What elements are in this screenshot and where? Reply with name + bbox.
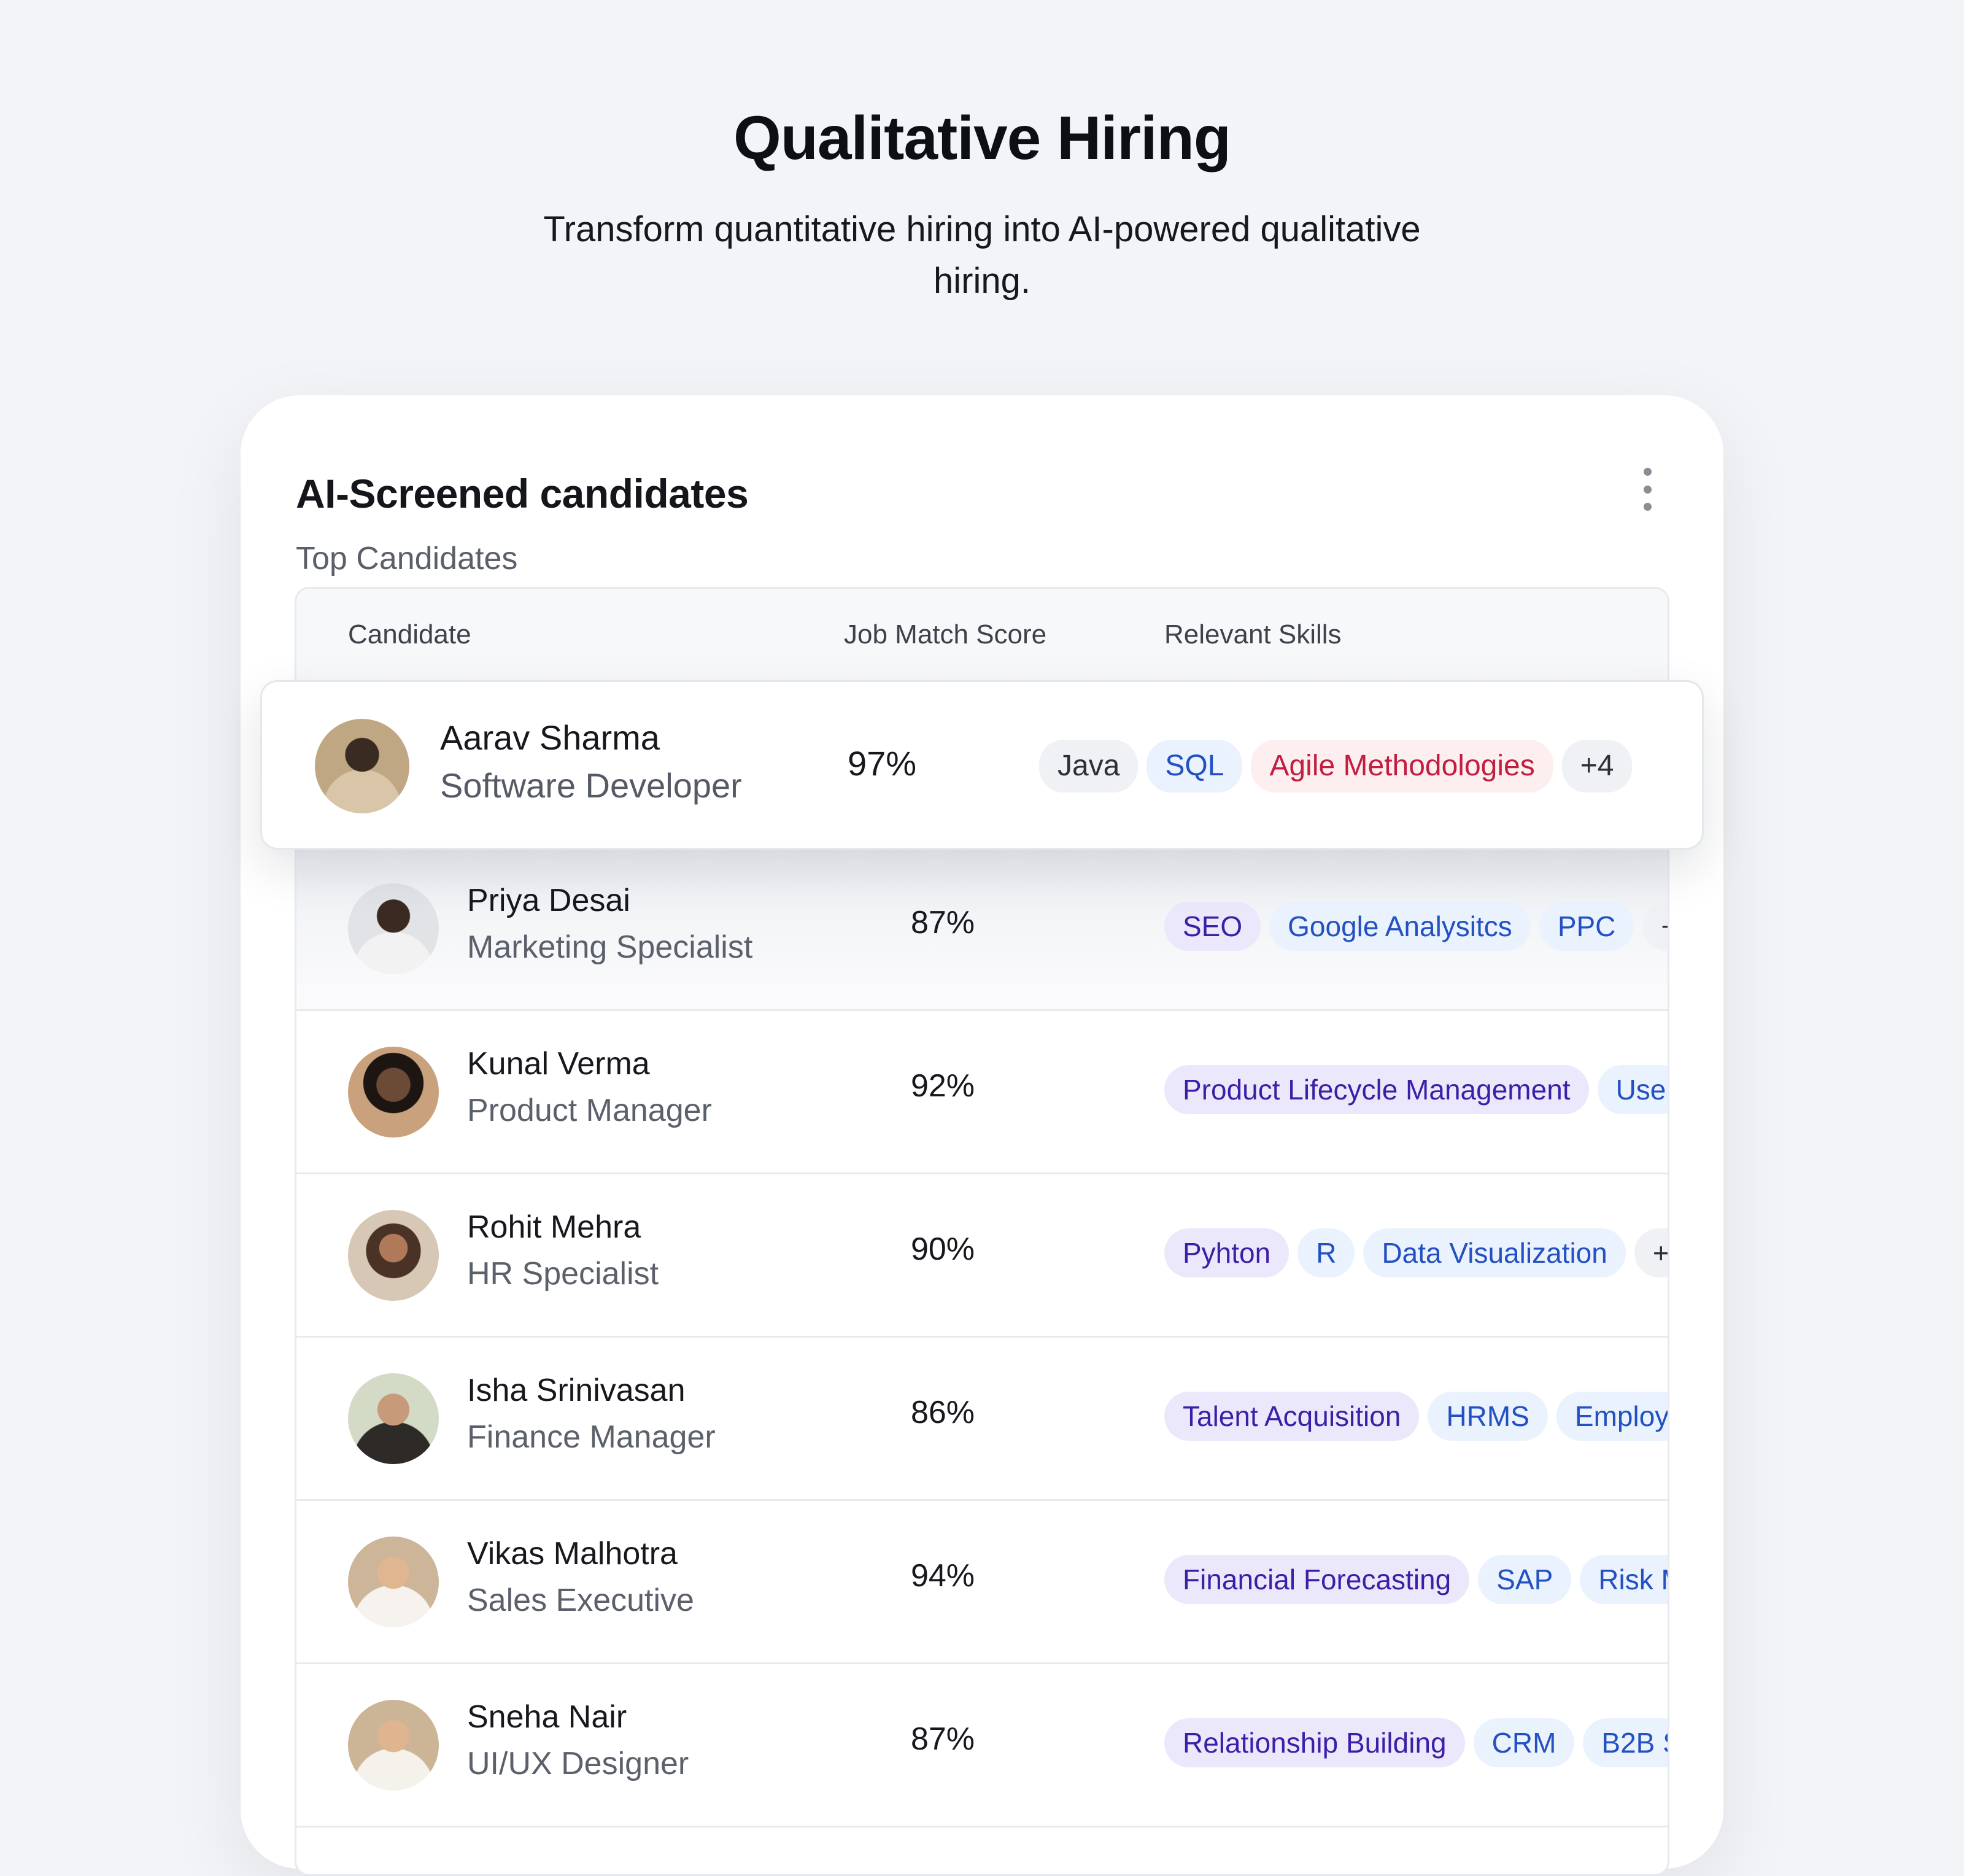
candidate-role: Sales Executive <box>467 1583 694 1618</box>
skill-chip[interactable]: Pyhton <box>1164 1228 1289 1277</box>
skill-chip[interactable]: PPC <box>1539 902 1634 951</box>
skill-chip[interactable]: Relationship Building <box>1164 1718 1465 1767</box>
avatar <box>315 719 409 813</box>
skill-chip[interactable]: Financial Forecasting <box>1164 1555 1470 1604</box>
candidate-name[interactable]: Vikas Malhotra <box>467 1535 678 1572</box>
card-subtitle: Top Candidates <box>296 541 518 576</box>
avatar <box>348 1373 439 1464</box>
candidate-name[interactable]: Rohit Mehra <box>467 1209 641 1246</box>
skill-chip[interactable]: SQL <box>1146 740 1243 793</box>
table-row[interactable]: Rohit Mehra HR Specialist 90% Pyhton R Data V… <box>296 1174 1668 1338</box>
avatar <box>348 1700 439 1791</box>
table-row[interactable]: Kunal Verma Product Manager 92% Product Lif… <box>296 1011 1668 1174</box>
avatar <box>348 1537 439 1627</box>
skill-chip[interactable]: SEO <box>1164 902 1261 951</box>
match-score: 92% <box>910 1068 975 1104</box>
skill-chip[interactable]: Risk M <box>1580 1555 1668 1604</box>
skill-chip[interactable]: SAP <box>1478 1555 1572 1604</box>
skills-list: Pyhton R Data Visualization + <box>1164 1228 1668 1284</box>
more-skills-chip[interactable]: +4 <box>1561 740 1633 793</box>
skill-chip[interactable]: Use <box>1597 1065 1668 1114</box>
more-skills-chip[interactable]: + <box>1634 1228 1668 1277</box>
candidate-name[interactable]: Priya Desai <box>467 882 630 919</box>
skill-chip[interactable]: B2B S <box>1583 1718 1668 1767</box>
skill-chip[interactable]: Java <box>1039 740 1139 793</box>
candidate-name[interactable]: Aarav Sharma <box>440 718 660 758</box>
match-score: 86% <box>910 1395 975 1430</box>
skill-chip[interactable]: R <box>1297 1228 1355 1277</box>
column-header-score[interactable]: Job Match Score <box>844 619 1046 650</box>
page-title: Qualitative Hiring <box>733 104 1231 172</box>
candidate-role: Product Manager <box>467 1093 712 1128</box>
candidate-name[interactable]: Sneha Nair <box>467 1699 627 1735</box>
page-subtitle: Transform quantitative hiring into AI-po… <box>543 209 1421 301</box>
table-row[interactable]: Isha Srinivasan Finance Manager 86% Talent … <box>296 1338 1668 1501</box>
avatar <box>348 1047 439 1138</box>
match-score: 87% <box>910 905 975 940</box>
skills-list: SEOGoogle AnalysitcsPPC+ <box>1164 902 1668 957</box>
column-header-skills[interactable]: Relevant Skills <box>1164 619 1342 650</box>
skill-chip[interactable]: Talent Acquisition <box>1164 1392 1420 1441</box>
match-score: 97% <box>847 744 917 783</box>
column-header-candidate[interactable]: Candidate <box>348 619 471 650</box>
skills-list: Java SQL Agile Methodologies +4 <box>1039 740 1665 795</box>
candidate-role: Software Developer <box>440 766 742 805</box>
match-score: 87% <box>910 1721 975 1757</box>
highlighted-candidate-row[interactable]: Aarav Sharma Software Developer 97% Java… <box>260 680 1704 850</box>
match-score: 90% <box>910 1231 975 1267</box>
skills-list: Relationship BuildingCRMB2B S <box>1164 1718 1668 1773</box>
candidate-role: Finance Manager <box>467 1419 716 1455</box>
table-header: Candidate Job Match Score Relevant Skill… <box>296 589 1668 682</box>
skill-chip[interactable]: HRMS <box>1428 1392 1548 1441</box>
table-row[interactable]: Sneha Nair UI/UX Designer 87% Relationship … <box>296 1664 1668 1828</box>
skill-chip[interactable]: Employ <box>1556 1392 1668 1441</box>
skill-chip[interactable]: CRM <box>1473 1718 1575 1767</box>
match-score: 94% <box>910 1558 975 1594</box>
candidate-name[interactable]: Isha Srinivasan <box>467 1372 686 1409</box>
candidate-name[interactable]: Kunal Verma <box>467 1045 650 1082</box>
candidate-role: UI/UX Designer <box>467 1746 689 1781</box>
skill-chip[interactable]: Product Lifecycle Management <box>1164 1065 1589 1114</box>
avatar <box>348 1210 439 1301</box>
skills-list: Product Lifecycle Management Use <box>1164 1065 1668 1120</box>
avatar <box>348 883 439 974</box>
skill-chip[interactable]: Data Visualization <box>1363 1228 1626 1277</box>
skill-chip[interactable]: Google Analysitcs <box>1269 902 1531 951</box>
candidate-role: Marketing Specialist <box>467 929 753 965</box>
card-title: AI-Screened candidates <box>296 471 749 516</box>
skills-list: Financial ForecastingSAPRisk M <box>1164 1555 1668 1610</box>
more-skills-chip[interactable]: + <box>1642 902 1668 951</box>
skills-list: Talent Acquisition HRMS Employ <box>1164 1392 1668 1447</box>
kebab-menu-icon[interactable] <box>1636 468 1658 511</box>
candidate-role: HR Specialist <box>467 1256 659 1292</box>
table-row[interactable]: Priya Desai Marketing Specialist 87% SEO Goo… <box>296 848 1668 1011</box>
table-row[interactable]: Vikas Malhotra Sales Executive 94% Financia… <box>296 1501 1668 1664</box>
skill-chip[interactable]: Agile Methodologies <box>1251 740 1553 793</box>
